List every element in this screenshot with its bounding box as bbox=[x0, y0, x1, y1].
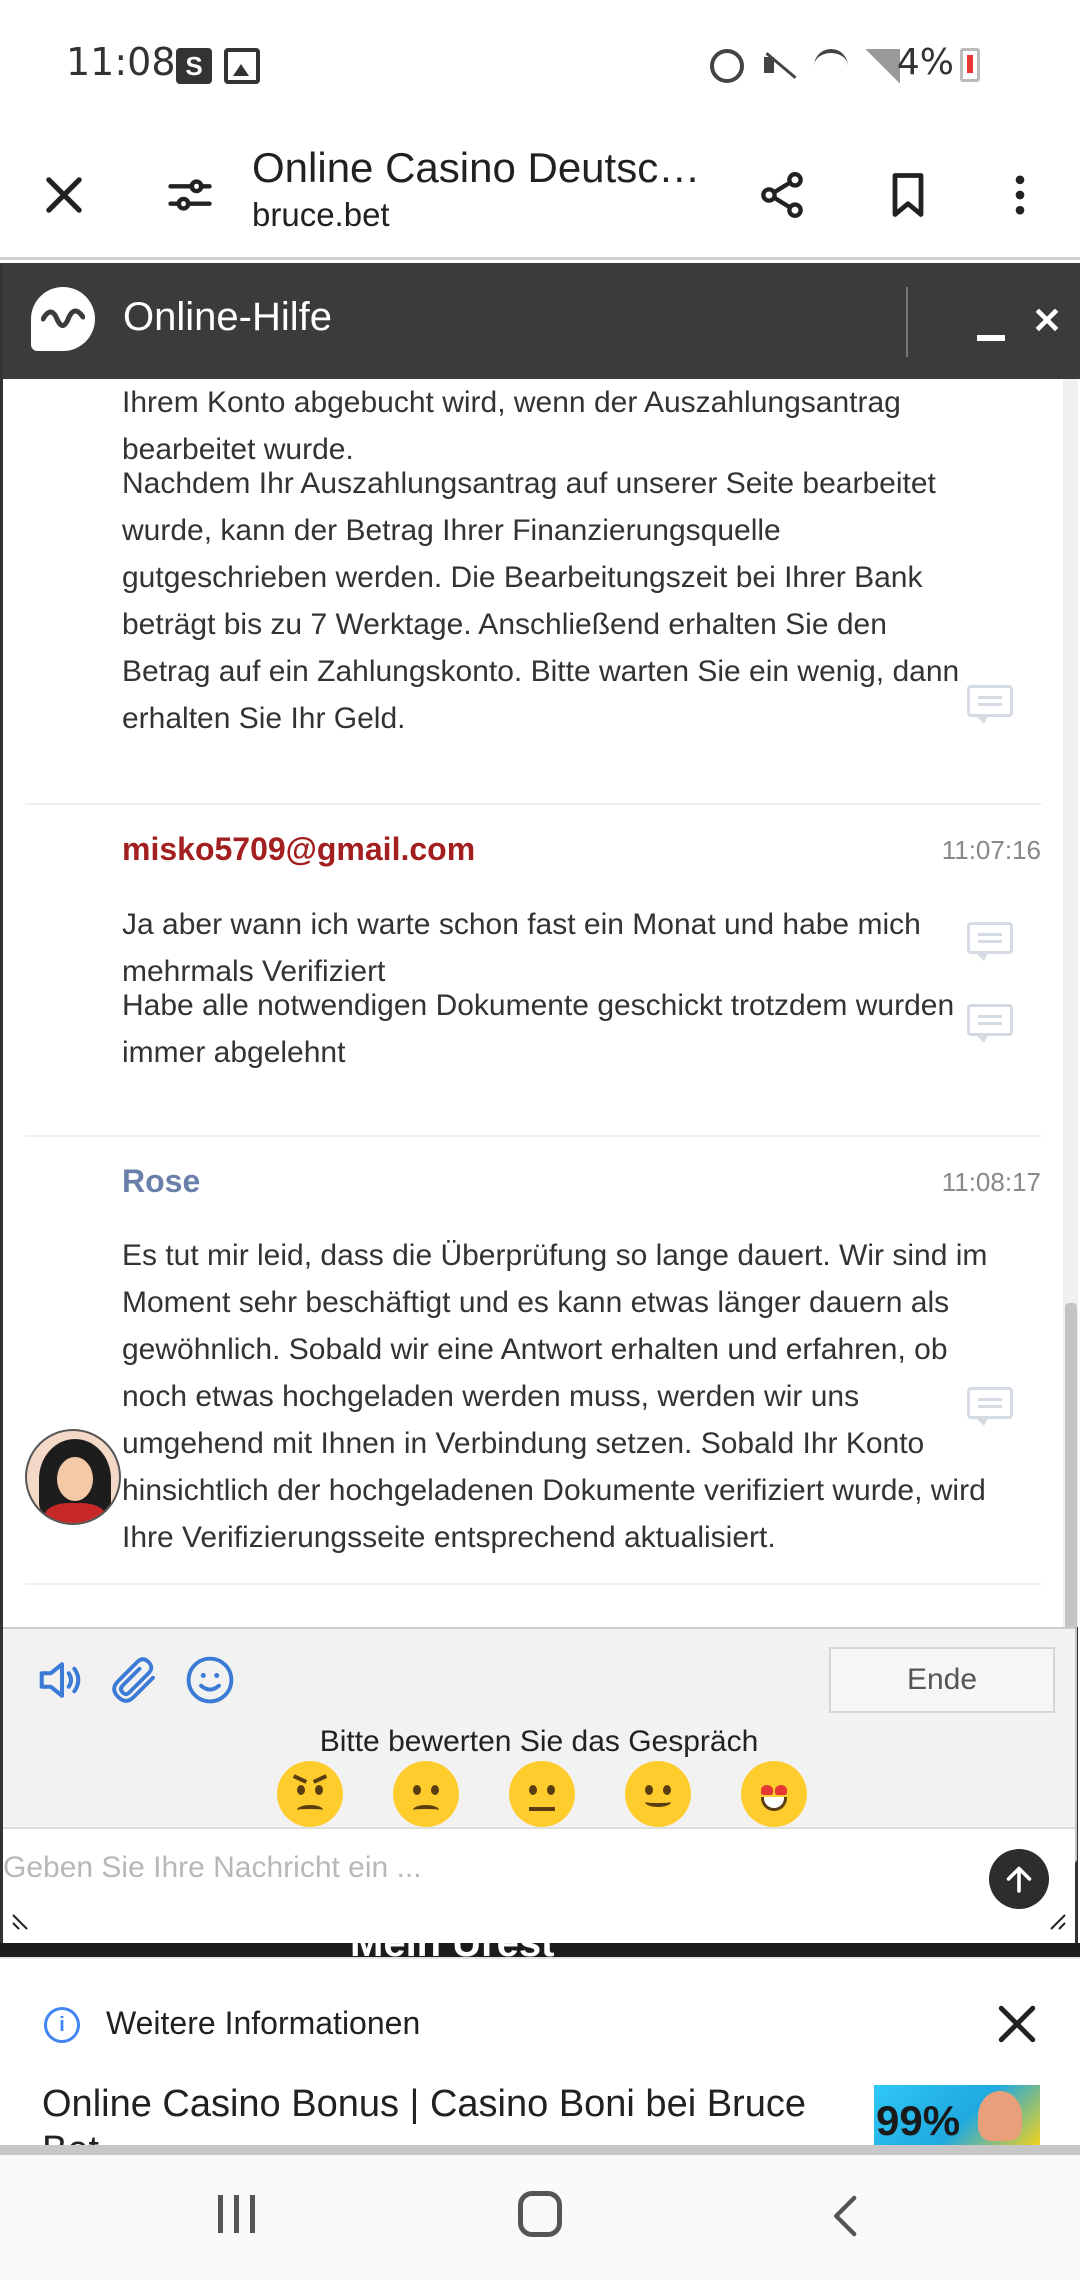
message-text: Nachdem Ihr Auszahlungsantrag auf unsere… bbox=[122, 467, 960, 735]
more-options-button[interactable] bbox=[980, 155, 1060, 235]
home-button[interactable] bbox=[518, 2191, 562, 2237]
status-icons bbox=[710, 46, 900, 86]
send-button[interactable] bbox=[989, 1849, 1049, 1909]
message-divider bbox=[25, 803, 1041, 805]
resize-handle-icon[interactable] bbox=[1043, 1907, 1067, 1931]
info-sparkle-icon: i bbox=[44, 2007, 80, 2043]
s-app-icon: S bbox=[176, 48, 212, 84]
message-author: Rose bbox=[122, 1163, 201, 1199]
message-time: 11:08:17 bbox=[941, 1167, 1041, 1197]
minimize-chat-button[interactable] bbox=[969, 313, 1009, 353]
status-bar: 11:08 S 4% bbox=[0, 0, 1080, 130]
signal-icon bbox=[866, 49, 900, 83]
page-domain: bruce.bet bbox=[252, 196, 390, 233]
page-background: Mein Urest bbox=[0, 1943, 1080, 1957]
message-text: Ja aber wann ich warte schon fast ein Mo… bbox=[122, 908, 921, 988]
site-settings-button[interactable] bbox=[150, 155, 230, 235]
battery-icon bbox=[960, 48, 980, 82]
emoji-button[interactable] bbox=[183, 1653, 237, 1707]
bookmark-icon bbox=[892, 173, 924, 217]
message-bubble-icon bbox=[967, 922, 1013, 961]
status-time: 11:08 bbox=[66, 40, 176, 84]
resize-handle-icon[interactable] bbox=[11, 1907, 35, 1931]
info-panel-title: Weitere Informationen bbox=[106, 2005, 421, 2041]
attach-file-button[interactable] bbox=[108, 1653, 162, 1707]
message-divider bbox=[25, 1135, 1041, 1137]
related-link[interactable]: Online Casino Bonus | Casino Boni bei Br… bbox=[42, 2081, 842, 2145]
wifi-icon bbox=[814, 49, 848, 83]
smiley-icon bbox=[186, 1656, 234, 1704]
more-vert-icon bbox=[1015, 175, 1025, 215]
message-text: Ihrem Konto abgebucht wird, wenn der Aus… bbox=[122, 386, 901, 466]
page-heading-fragment: Mein Urest bbox=[350, 1943, 555, 1957]
speaker-icon bbox=[39, 1662, 81, 1698]
agent-avatar bbox=[25, 1429, 121, 1525]
back-button[interactable] bbox=[826, 2193, 866, 2239]
message-author: misko5709@gmail.com bbox=[122, 831, 476, 867]
chat-logo-icon bbox=[31, 287, 95, 351]
rating-row bbox=[275, 1759, 815, 1829]
message-text: Es tut mir leid, dass die Überprüfung so… bbox=[122, 1239, 988, 1554]
close-icon bbox=[46, 177, 82, 213]
end-chat-button[interactable]: Ende bbox=[829, 1647, 1055, 1713]
chat-footer: Ende Bitte bewerten Sie das Gespräch bbox=[3, 1627, 1075, 1827]
alarm-icon bbox=[710, 49, 744, 83]
browser-toolbar: Online Casino Deutsc… bruce.bet bbox=[0, 130, 1080, 260]
system-nav-bar bbox=[0, 2155, 1080, 2280]
chat-header: Online-Hilfe ✕ bbox=[3, 263, 1080, 379]
rating-love-icon[interactable] bbox=[741, 1761, 807, 1827]
share-icon bbox=[761, 172, 803, 218]
panel-handle bbox=[0, 2145, 1080, 2155]
header-divider bbox=[906, 287, 908, 357]
close-chat-button[interactable]: ✕ bbox=[1025, 299, 1069, 343]
close-icon bbox=[998, 2005, 1036, 2043]
chat-widget: Online-Hilfe ✕ Ihrem Konto abgebucht wir… bbox=[0, 263, 1080, 1943]
sound-button[interactable] bbox=[35, 1653, 89, 1707]
recents-button[interactable] bbox=[214, 2195, 262, 2235]
chat-title: Online-Hilfe bbox=[123, 295, 332, 339]
message-bubble-icon bbox=[967, 1004, 1013, 1043]
chat-message-list[interactable]: Ihrem Konto abgebucht wird, wenn der Aus… bbox=[3, 379, 1063, 1627]
thumbnail-text: 99% bbox=[876, 2097, 961, 2144]
arrow-up-icon bbox=[1006, 1866, 1032, 1893]
close-info-panel-button[interactable] bbox=[990, 1997, 1044, 2051]
tune-icon bbox=[168, 179, 212, 211]
rating-neutral-icon[interactable] bbox=[509, 1761, 575, 1827]
message-time: 11:07:16 bbox=[941, 835, 1041, 865]
share-button[interactable] bbox=[742, 155, 822, 235]
battery-level: 4% bbox=[896, 42, 954, 83]
page-title: Online Casino Deutsc… bbox=[252, 144, 701, 191]
message-input[interactable] bbox=[3, 1843, 963, 1893]
rating-prompt: Bitte bewerten Sie das Gespräch bbox=[319, 1725, 759, 1758]
rating-sad-icon[interactable] bbox=[393, 1761, 459, 1827]
more-info-panel: i Weitere Informationen Online Casino Bo… bbox=[0, 1957, 1080, 2145]
rating-angry-icon[interactable] bbox=[277, 1761, 343, 1827]
related-link-thumbnail[interactable]: 99% bbox=[874, 2085, 1040, 2145]
message-divider bbox=[25, 1583, 1041, 1585]
close-tab-button[interactable] bbox=[24, 155, 104, 235]
message-bubble-icon bbox=[967, 685, 1013, 724]
message-text: Habe alle notwendigen Dokumente geschick… bbox=[122, 989, 955, 1069]
rating-happy-icon[interactable] bbox=[625, 1761, 691, 1827]
message-bubble-icon bbox=[967, 1387, 1013, 1426]
gallery-icon bbox=[224, 48, 260, 84]
mute-icon bbox=[762, 49, 796, 83]
bookmark-button[interactable] bbox=[868, 155, 948, 235]
message-input-area bbox=[3, 1827, 1075, 1937]
paperclip-icon bbox=[112, 1657, 155, 1703]
